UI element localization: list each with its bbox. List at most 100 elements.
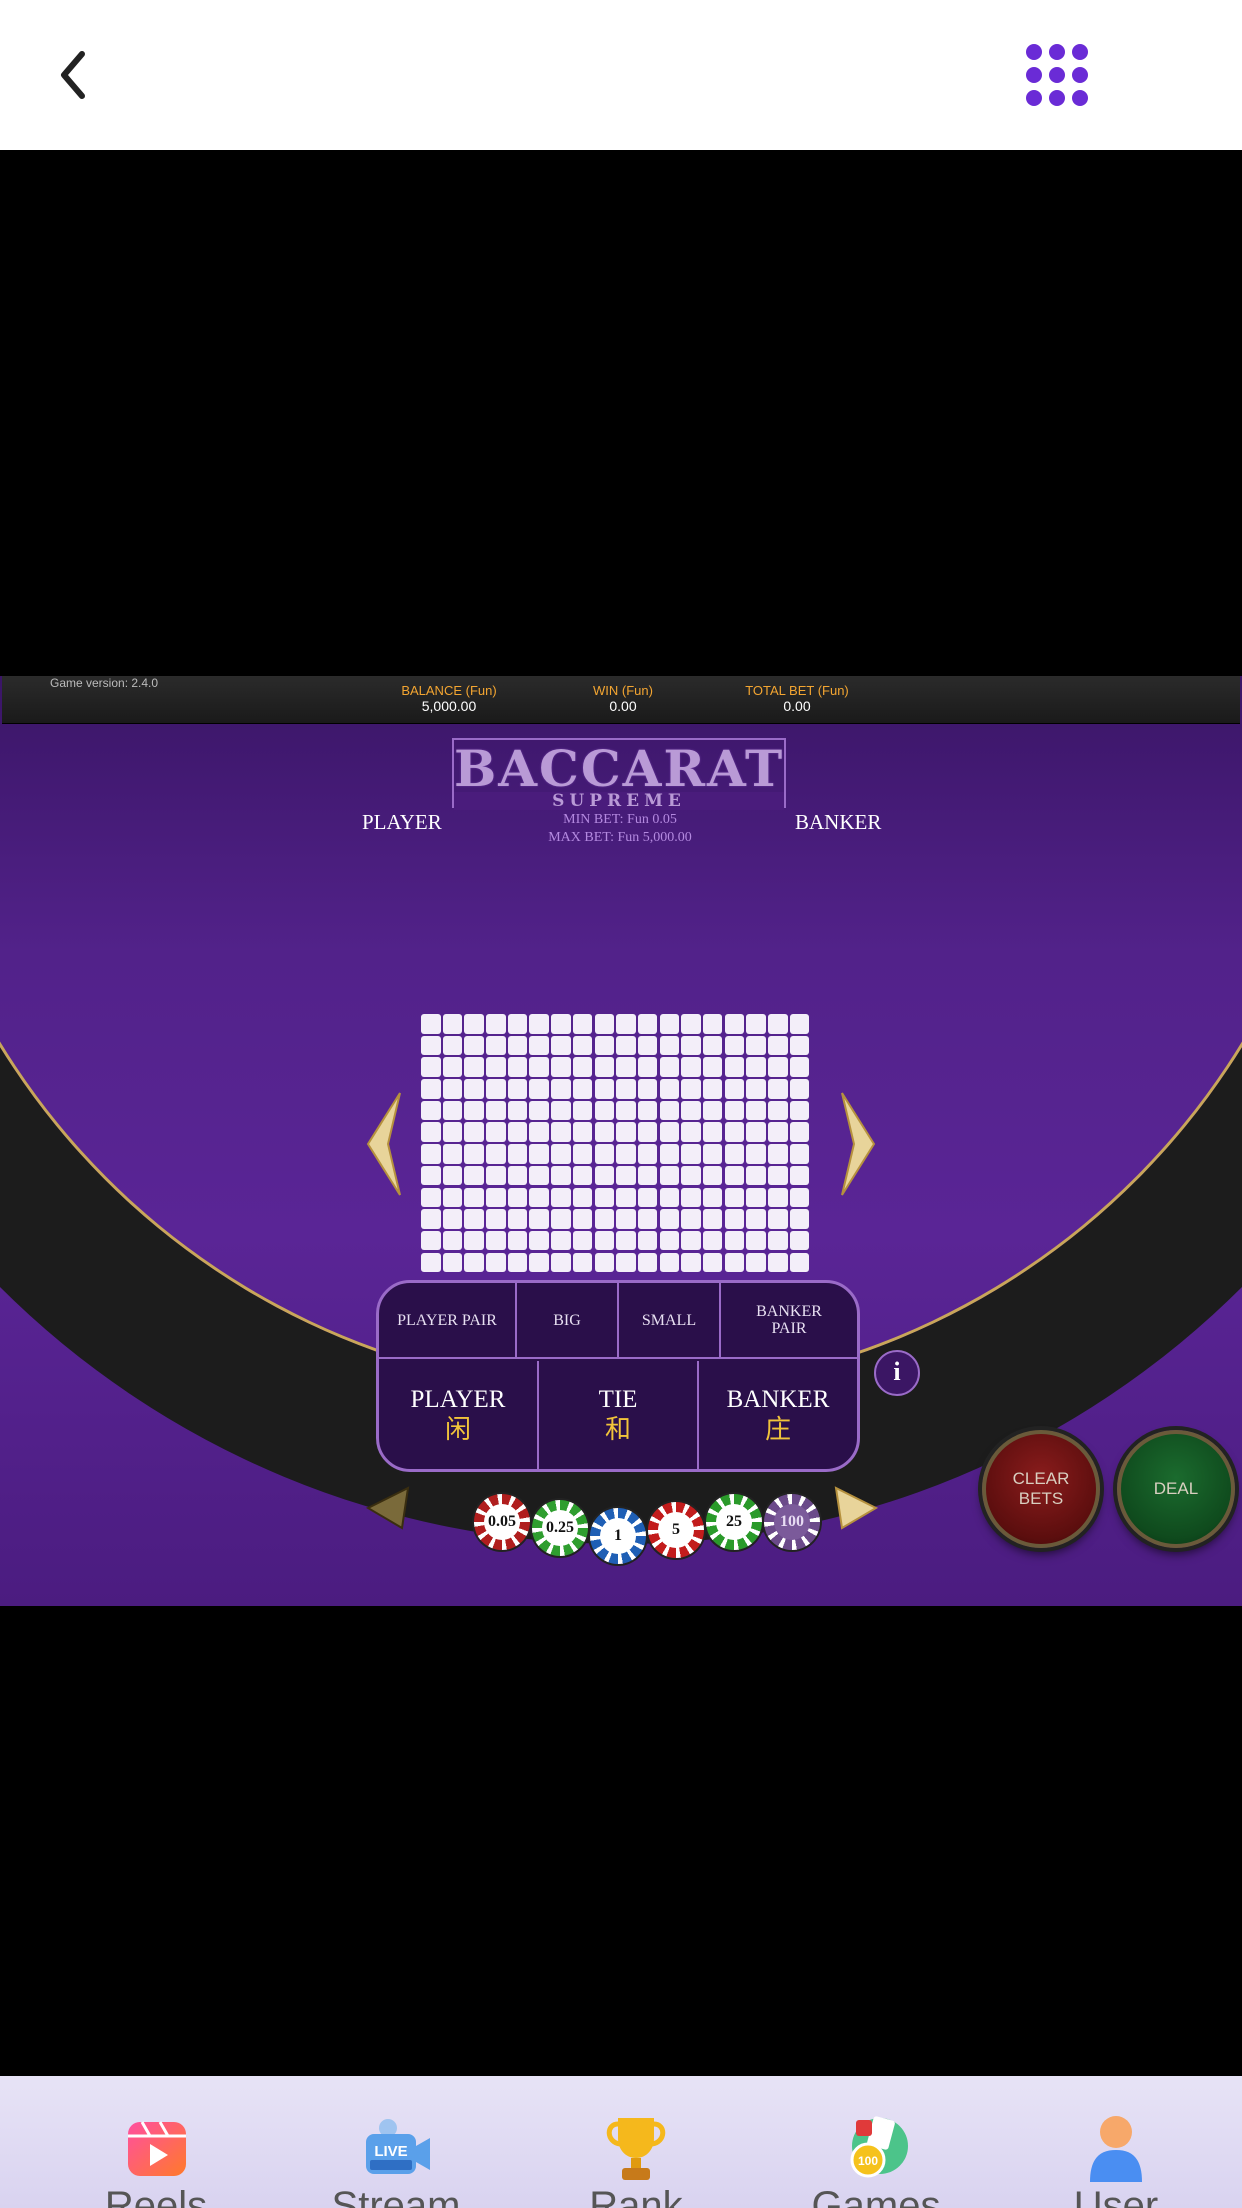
menu-grid-button[interactable]: [1024, 42, 1090, 108]
roadmap-cell: [464, 1035, 484, 1056]
chip-25[interactable]: 25: [706, 1494, 762, 1550]
roadmap-cell: [594, 1057, 614, 1077]
roadmap-cell: [637, 1187, 658, 1207]
nav-rank[interactable]: Rank: [536, 2076, 736, 2208]
roadmap-cell: [572, 1209, 593, 1229]
roadmap-cell: [681, 1187, 701, 1207]
roadmap-cell: [421, 1100, 441, 1121]
nav-reels[interactable]: Reels: [56, 2076, 256, 2208]
bet-banker[interactable]: BANKER 庄: [699, 1361, 857, 1469]
bet-banker-cn: 庄: [764, 1415, 791, 1444]
roadmap-cell: [616, 1230, 636, 1251]
roadmap-cell: [572, 1057, 593, 1077]
roadmap-cell: [746, 1252, 766, 1273]
roadmap-cell: [486, 1122, 506, 1142]
logo-title: BACCARAT: [454, 739, 785, 798]
banker-hand-label: BANKER: [795, 810, 882, 834]
roadmap-cell: [746, 1165, 766, 1186]
roadmap-cell: [702, 1165, 723, 1186]
bet-tie[interactable]: TIE 和: [539, 1361, 699, 1469]
balance-stat: BALANCE (Fun) 5,000.00: [369, 683, 529, 715]
roadmap-cell: [681, 1165, 701, 1186]
roadmap-cell: [421, 1209, 441, 1229]
chip-0-25[interactable]: 0.25: [532, 1500, 588, 1556]
roadmap-cell: [529, 1187, 549, 1207]
roadmap-cell: [659, 1057, 680, 1077]
roadmap-cell: [681, 1230, 701, 1251]
roadmap-cell: [529, 1209, 549, 1229]
roadmap-cell: [789, 1014, 810, 1034]
total-bet-value: 0.00: [783, 698, 811, 714]
roadmap-cell: [616, 1100, 636, 1121]
roadmap-cell: [442, 1079, 463, 1099]
roadmap-cell: [551, 1165, 571, 1186]
roadmap-cell: [464, 1230, 484, 1251]
roadmap-cell: [594, 1230, 614, 1251]
roadmap-cell: [551, 1100, 571, 1121]
roadmap-cell: [616, 1165, 636, 1186]
bet-small[interactable]: SMALL: [619, 1283, 721, 1357]
roadmap-cell: [594, 1144, 614, 1164]
live-stream-icon: LIVE: [366, 2119, 430, 2174]
roadmap-cell: [768, 1165, 788, 1186]
roadmap-cell: [637, 1165, 658, 1186]
bet-player-pair[interactable]: PLAYER PAIR: [379, 1283, 517, 1357]
chip-0-05[interactable]: 0.05: [474, 1494, 530, 1550]
roadmap-cell: [768, 1014, 788, 1034]
roadmap-cell: [486, 1079, 506, 1099]
bet-player-cn: 闲: [444, 1415, 471, 1444]
back-button[interactable]: [52, 42, 112, 108]
nav-stream-label: Stream: [331, 2184, 461, 2208]
roadmap-cell: [637, 1079, 658, 1099]
baccarat-game: Game version: 2.4.0 BALANCE (Fun) 5,000.…: [0, 676, 1242, 1606]
roadmap-cell: [486, 1165, 506, 1186]
bet-banker-pair[interactable]: BANKER PAIR: [721, 1283, 857, 1357]
roadmap-cell: [637, 1209, 658, 1229]
roadmap-cell: [616, 1079, 636, 1099]
roadmap-next-arrow[interactable]: [838, 1091, 878, 1197]
clear-bets-button[interactable]: CLEAR BETS: [982, 1430, 1100, 1548]
deal-button[interactable]: DEAL: [1117, 1430, 1235, 1548]
roadmap-cell: [421, 1165, 441, 1186]
roadmap-cell: [572, 1122, 593, 1142]
roadmap-cell: [768, 1057, 788, 1077]
roadmap-cell: [659, 1035, 680, 1056]
roadmap-cell: [442, 1122, 463, 1142]
roadmap-cell: [637, 1122, 658, 1142]
roadmap-cell: [551, 1187, 571, 1207]
bet-tie-cn: 和: [604, 1415, 631, 1444]
roadmap-cell: [442, 1209, 463, 1229]
trophy-icon: [606, 2118, 666, 2180]
nav-user[interactable]: User: [1016, 2076, 1216, 2208]
info-button[interactable]: i: [874, 1350, 920, 1396]
roadmap-cell: [702, 1209, 723, 1229]
nav-games[interactable]: 100 Games: [776, 2076, 976, 2208]
roadmap-cell: [768, 1187, 788, 1207]
roadmap-cell: [529, 1057, 549, 1077]
win-stat: WIN (Fun) 0.00: [543, 683, 703, 715]
roadmap-cell: [572, 1165, 593, 1186]
roadmap-cell: [681, 1079, 701, 1099]
chips-next-arrow[interactable]: [832, 1486, 880, 1530]
chip-5[interactable]: 5: [648, 1502, 704, 1558]
roadmap-cell: [702, 1230, 723, 1251]
chip-1[interactable]: 1: [590, 1508, 646, 1564]
roadmap-cell: [442, 1014, 463, 1034]
roadmap-cell: [789, 1057, 810, 1077]
roadmap-prev-arrow[interactable]: [364, 1091, 404, 1197]
total-bet-label: TOTAL BET (Fun): [745, 683, 849, 698]
roadmap-cell: [507, 1187, 528, 1207]
nav-stream[interactable]: LIVE Stream: [296, 2076, 496, 2208]
chips-prev-arrow[interactable]: [364, 1486, 412, 1530]
roadmap-cell: [637, 1057, 658, 1077]
chip-100[interactable]: 100: [764, 1494, 820, 1550]
svg-text:100: 100: [858, 2154, 878, 2168]
roadmap-cell: [421, 1230, 441, 1251]
roadmap-cell: [616, 1122, 636, 1142]
roadmap-cell: [486, 1252, 506, 1273]
roadmap-grid: [421, 1014, 815, 1276]
bet-player[interactable]: PLAYER 闲: [379, 1361, 539, 1469]
bet-big[interactable]: BIG: [517, 1283, 619, 1357]
bottom-navigation: Reels LIVE Stream Rank 100 Games User: [0, 2076, 1242, 2208]
roadmap-cell: [659, 1230, 680, 1251]
